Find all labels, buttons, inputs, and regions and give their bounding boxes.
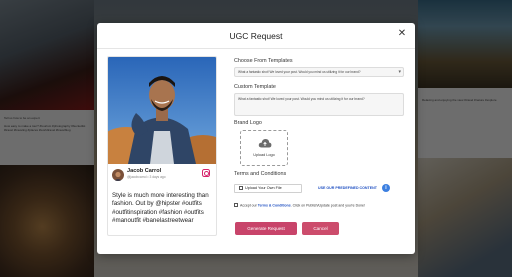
instagram-icon [202, 169, 210, 177]
post-caption: Style is much more interesting than fash… [112, 192, 209, 224]
accept-terms-row: Accept our Terms & Conditions. Click on … [234, 203, 414, 208]
post-author: Jacob Carrol @jacobcarrol • 3 days ago [112, 167, 212, 185]
post-preview-card: Jacob Carrol @jacobcarrol • 3 days ago S… [107, 56, 217, 236]
post-image [108, 57, 216, 164]
accept-terms-checkbox[interactable] [234, 203, 238, 207]
chevron-down-icon: ▾ [398, 69, 401, 75]
author-name: Jacob Carrol [127, 168, 162, 174]
upload-own-file-button[interactable]: Upload Your Own File [234, 184, 302, 193]
template-select-value: What a fantastic shot! We loved your pos… [238, 70, 361, 74]
close-icon[interactable]: ✕ [397, 29, 407, 39]
upload-logo-label: Upload Logo [253, 153, 275, 157]
terms-link[interactable]: Terms & Conditions [258, 204, 291, 208]
cancel-button[interactable]: Cancel [302, 222, 339, 235]
templates-label: Choose From Templates [234, 58, 293, 64]
predefined-content-link[interactable]: USE OUR PREDEFINED CONTENT [318, 186, 377, 190]
avatar [112, 169, 124, 181]
modal-title: UGC Request [229, 31, 283, 41]
custom-template-textarea[interactable]: What a fantastic shot! We loved your pos… [234, 93, 404, 116]
brand-logo-label: Brand Logo [234, 120, 262, 126]
upload-logo-button[interactable]: Upload Logo [240, 130, 288, 166]
accept-prefix: Accept our [240, 203, 257, 208]
upload-file-label: Upload Your Own File [245, 186, 282, 190]
divider [97, 48, 415, 49]
terms-label: Terms and Conditions [234, 171, 287, 177]
custom-template-label: Custom Template [234, 84, 276, 90]
generate-request-button[interactable]: Generate Request [235, 222, 297, 235]
file-icon [239, 185, 243, 190]
ugc-request-modal: UGC Request ✕ Jacob Carrol @jacobcarrol … [97, 23, 415, 254]
template-select[interactable]: What a fantastic shot! We loved your pos… [234, 67, 404, 77]
info-icon[interactable]: i [382, 184, 390, 192]
cloud-upload-icon [258, 139, 272, 148]
author-meta: @jacobcarrol • 3 days ago [127, 175, 166, 179]
accept-suffix: . Click on Publish/Update post and you'r… [290, 203, 365, 208]
